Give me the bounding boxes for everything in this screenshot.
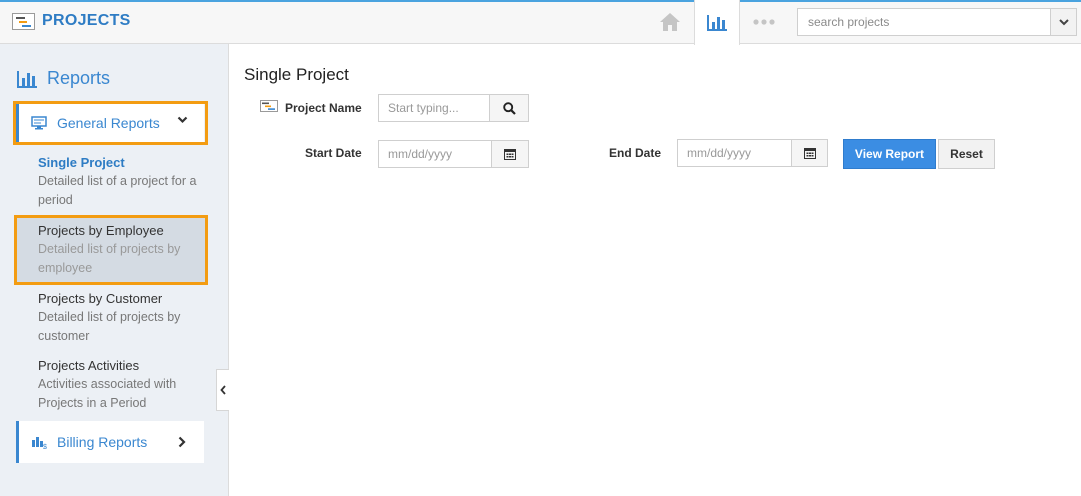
sidebar-group-billing-reports[interactable]: $ Billing Reports	[16, 421, 204, 463]
home-icon	[660, 13, 680, 31]
project-name-label: Project Name	[285, 101, 362, 115]
sidebar-heading: Reports	[16, 68, 110, 89]
top-bar: PROJECTS	[0, 0, 1081, 45]
sidebar-item-title: Projects Activities	[38, 358, 140, 373]
project-search-button[interactable]	[489, 94, 529, 122]
projects-logo-icon	[12, 12, 35, 30]
more-dots-icon	[753, 19, 775, 25]
page-title: Single Project	[244, 65, 349, 84]
chevron-right-icon	[178, 436, 186, 448]
start-date-calendar-button[interactable]	[491, 140, 529, 168]
reports-chart-icon	[17, 70, 37, 88]
sidebar-item-title: Single Project	[38, 155, 125, 170]
project-name-input[interactable]	[379, 95, 489, 121]
reports-button[interactable]	[694, 0, 740, 45]
sidebar-item-desc: Detailed list of a project for a period	[38, 174, 197, 207]
svg-text:$: $	[43, 444, 47, 449]
start-date-input[interactable]	[379, 141, 491, 167]
home-button[interactable]	[647, 0, 693, 44]
highlight-box-general-reports	[13, 101, 208, 145]
project-icon	[260, 100, 278, 112]
sidebar-item-desc: Detailed list of projects by customer	[38, 310, 181, 343]
calendar-icon	[803, 148, 816, 159]
sidebar: Reports General Reports Single Project D…	[0, 44, 229, 496]
sidebar-item-desc: Activities associated with Projects in a…	[38, 377, 177, 410]
start-date-field	[378, 140, 492, 168]
bar-chart-icon	[707, 14, 727, 31]
reset-button[interactable]: Reset	[938, 139, 995, 169]
highlight-box-projects-by-employee	[14, 215, 208, 285]
sidebar-item-projects-by-customer[interactable]: Projects by Customer Detailed list of pr…	[38, 290, 206, 345]
end-date-field	[677, 139, 792, 167]
chevron-left-icon	[220, 385, 226, 395]
chevron-down-icon	[1058, 18, 1069, 25]
calendar-icon	[504, 149, 516, 160]
end-date-calendar-button[interactable]	[791, 139, 828, 167]
search-dropdown-button[interactable]	[1050, 9, 1076, 35]
start-date-label: Start Date	[305, 146, 362, 160]
more-button[interactable]	[741, 0, 787, 44]
sidebar-item-single-project[interactable]: Single Project Detailed list of a projec…	[38, 154, 206, 209]
sidebar-item-projects-activities[interactable]: Projects Activities Activities associate…	[38, 357, 206, 412]
search-input[interactable]	[798, 9, 1048, 35]
end-date-input[interactable]	[678, 140, 791, 166]
project-name-field	[378, 94, 490, 122]
search-icon	[502, 101, 516, 115]
app-title-text: PROJECTS	[42, 12, 131, 29]
app-title[interactable]: PROJECTS	[12, 12, 131, 30]
sidebar-heading-label: Reports	[47, 68, 111, 88]
end-date-label: End Date	[609, 146, 662, 160]
sidebar-item-title: Projects by Customer	[38, 291, 163, 306]
sidebar-collapse-button[interactable]	[216, 369, 229, 411]
search-box	[797, 8, 1077, 36]
sidebar-group-label: Billing Reports	[57, 434, 148, 450]
billing-chart-icon: $	[32, 437, 47, 449]
view-report-button[interactable]: View Report	[843, 139, 936, 169]
